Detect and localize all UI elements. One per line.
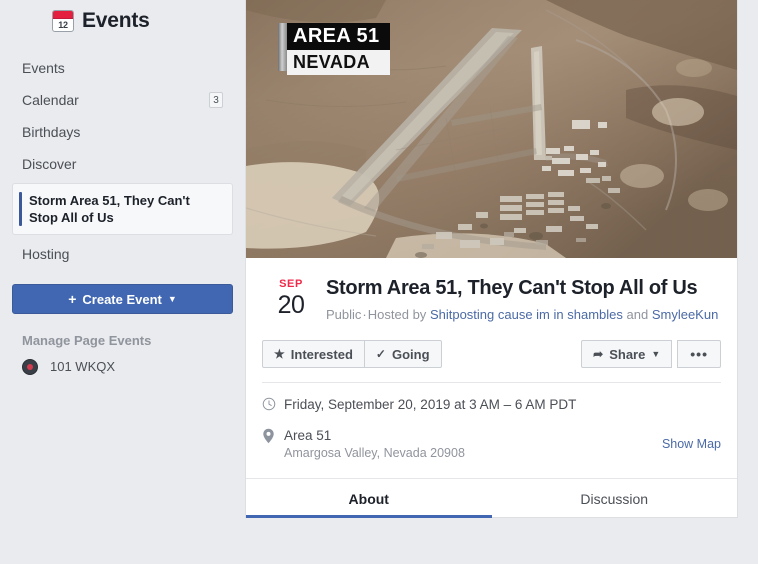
event-cover-photo[interactable]: AREA 51 NEVADA xyxy=(246,0,737,258)
caption-stack: AREA 51 NEVADA xyxy=(287,23,390,75)
event-location-text-wrap: Area 51 Amargosa Valley, Nevada 20908 xyxy=(284,427,662,462)
sidebar-item-label: Discover xyxy=(22,156,77,172)
event-time-text-wrap: Friday, September 20, 2019 at 3 AM – 6 A… xyxy=(284,396,721,414)
tab-discussion[interactable]: Discussion xyxy=(492,479,738,517)
sidebar-item-label: Calendar xyxy=(22,92,79,108)
chevron-down-icon: ▼ xyxy=(651,349,661,359)
show-map-link[interactable]: Show Map xyxy=(662,427,721,453)
event-title-group: Storm Area 51, They Can't Stop All of Us… xyxy=(320,276,721,324)
event-location-address: Amargosa Valley, Nevada 20908 xyxy=(284,446,465,460)
clock-icon xyxy=(262,396,284,411)
calendar-icon: 12 xyxy=(52,10,74,32)
sidebar-item-calendar[interactable]: Calendar 3 xyxy=(12,84,233,116)
sidebar-item-discover[interactable]: Discover xyxy=(12,148,233,180)
host-link-secondary[interactable]: SmyleeKun xyxy=(652,307,718,322)
calendar-badge: 3 xyxy=(209,92,223,108)
plus-icon: + xyxy=(68,291,77,307)
event-time-text: Friday, September 20, 2019 at 3 AM – 6 A… xyxy=(284,397,577,412)
star-icon: ★ xyxy=(274,347,285,361)
create-event-button[interactable]: + Create Event ▼ xyxy=(12,284,233,314)
event-time-row: Friday, September 20, 2019 at 3 AM – 6 A… xyxy=(246,383,737,414)
sidebar-item-events[interactable]: Events xyxy=(12,52,233,84)
sidebar-item-label: Birthdays xyxy=(22,124,81,140)
event-location-row: Area 51 Amargosa Valley, Nevada 20908 Sh… xyxy=(246,414,737,462)
share-button[interactable]: ➦ Share ▼ xyxy=(581,340,673,368)
tab-label: About xyxy=(348,491,389,507)
sidebar-nav: Events Calendar 3 Birthdays Discover Sto… xyxy=(0,52,245,270)
event-privacy: Public xyxy=(326,307,362,322)
event-actions: ★ Interested ✓ Going ➦ Share ▼ ••• xyxy=(246,324,737,368)
hosted-by-label: Hosted by xyxy=(367,307,427,322)
sidebar-item-label: Storm Area 51, They Can't Stop All of Us xyxy=(29,193,190,225)
sidebar-item-label: Events xyxy=(22,60,65,76)
event-date-block: SEP 20 xyxy=(262,276,320,324)
sidebar-page-label: 101 WKQX xyxy=(50,359,116,374)
create-event-label: Create Event xyxy=(82,291,162,307)
share-arrow-icon: ➦ xyxy=(593,347,604,361)
going-button[interactable]: ✓ Going xyxy=(364,340,442,368)
cover-photo-caption: AREA 51 NEVADA xyxy=(278,23,390,75)
calendar-icon-top xyxy=(53,11,73,19)
interested-button[interactable]: ★ Interested xyxy=(262,340,365,368)
caption-accent-bar xyxy=(278,23,287,71)
events-page: 12 Events Events Calendar 3 Birthdays Di… xyxy=(0,0,758,564)
sidebar-item-birthdays[interactable]: Birthdays xyxy=(12,116,233,148)
sidebar: 12 Events Events Calendar 3 Birthdays Di… xyxy=(0,0,245,564)
main-content: AREA 51 NEVADA SEP 20 Storm Area 51, The… xyxy=(245,0,748,564)
event-location-name: Area 51 xyxy=(284,428,332,443)
going-label: Going xyxy=(391,346,430,362)
sidebar-page-101-wkqx[interactable]: 101 WKQX xyxy=(0,350,245,375)
more-options-button[interactable]: ••• xyxy=(677,340,721,368)
map-pin-icon xyxy=(262,427,284,444)
sidebar-item-hosting[interactable]: Hosting xyxy=(12,238,233,270)
interested-label: Interested xyxy=(290,346,353,362)
share-button-group: ➦ Share ▼ ••• xyxy=(581,340,721,368)
caption-line-1: AREA 51 xyxy=(287,23,390,50)
event-header: SEP 20 Storm Area 51, They Can't Stop Al… xyxy=(246,258,737,324)
sidebar-item-label: Hosting xyxy=(22,246,70,262)
event-date-month: SEP xyxy=(279,278,303,290)
share-label: Share xyxy=(609,346,646,362)
caption-line-2: NEVADA xyxy=(287,50,390,75)
event-title: Storm Area 51, They Can't Stop All of Us xyxy=(326,277,698,299)
chevron-down-icon: ▼ xyxy=(167,293,177,304)
tab-about[interactable]: About xyxy=(246,479,492,518)
calendar-icon-day: 12 xyxy=(58,20,68,30)
check-icon: ✓ xyxy=(375,347,386,361)
ellipsis-icon: ••• xyxy=(690,346,708,362)
event-subtitle: Public·Hosted by Shitposting cause im in… xyxy=(326,306,721,324)
host-link-primary[interactable]: Shitposting cause im in shambles xyxy=(430,307,623,322)
event-tabs: About Discussion xyxy=(246,478,738,518)
manage-page-events-heading: Manage Page Events xyxy=(22,333,152,348)
sidebar-header: 12 Events xyxy=(0,0,245,44)
event-card: AREA 51 NEVADA SEP 20 Storm Area 51, The… xyxy=(245,0,738,518)
rsvp-button-group: ★ Interested ✓ Going xyxy=(262,340,442,368)
page-title: Events xyxy=(82,9,150,32)
avatar xyxy=(22,359,38,375)
event-date-day: 20 xyxy=(277,291,305,319)
tab-label: Discussion xyxy=(580,491,649,507)
host-conjunction: and xyxy=(626,307,649,322)
sidebar-item-current-event[interactable]: Storm Area 51, They Can't Stop All of Us xyxy=(12,183,233,235)
